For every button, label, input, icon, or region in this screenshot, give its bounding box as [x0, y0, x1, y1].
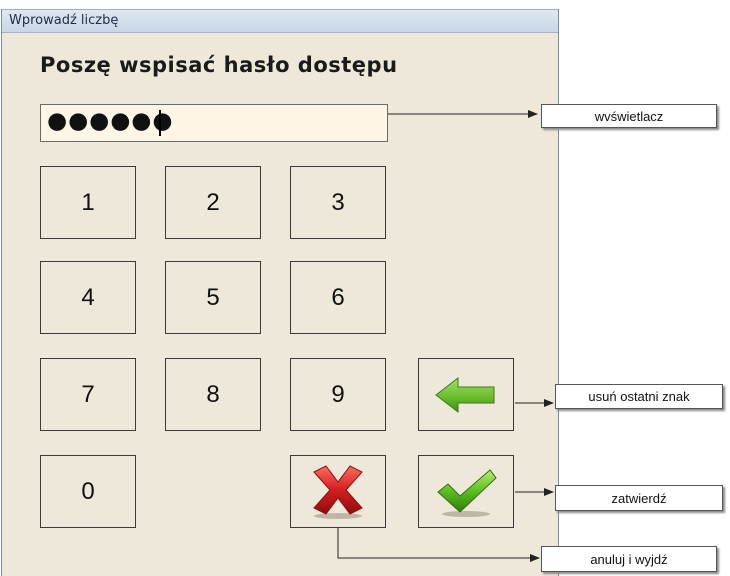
key-label: 5	[206, 283, 220, 311]
red-x-icon	[313, 464, 363, 519]
key-label: 0	[81, 477, 95, 505]
password-display[interactable]: ●●●●●●	[40, 104, 388, 142]
key-5[interactable]: 5	[165, 261, 261, 334]
key-label: 2	[206, 188, 220, 216]
callout-confirm: zatwierdź	[555, 485, 723, 511]
key-9[interactable]: 9	[290, 358, 386, 431]
window-title: Wprowadź liczbę	[9, 13, 119, 28]
key-label: 8	[206, 380, 220, 408]
password-masked-value: ●●●●●●	[47, 108, 174, 134]
key-2[interactable]: 2	[165, 166, 261, 239]
backspace-button[interactable]	[418, 358, 514, 431]
callout-backspace: usuń ostatni znak	[555, 384, 723, 409]
key-label: 4	[81, 283, 95, 311]
key-3[interactable]: 3	[290, 166, 386, 239]
screen: Wprowadź liczbę Poszę wspisać hasło dost…	[0, 0, 730, 576]
left-arrow-icon	[435, 376, 495, 413]
cancel-button[interactable]	[290, 455, 386, 528]
key-label: 7	[81, 380, 95, 408]
text-caret	[159, 110, 161, 136]
green-check-icon	[437, 468, 497, 517]
callout-display: wvświetlacz	[541, 104, 717, 128]
key-label: 9	[331, 380, 345, 408]
key-4[interactable]: 4	[40, 261, 136, 334]
key-0[interactable]: 0	[40, 455, 136, 528]
key-1[interactable]: 1	[40, 166, 136, 239]
key-7[interactable]: 7	[40, 358, 136, 431]
key-label: 3	[331, 188, 345, 216]
key-8[interactable]: 8	[165, 358, 261, 431]
key-6[interactable]: 6	[290, 261, 386, 334]
key-label: 1	[81, 188, 95, 216]
callout-cancel: anuluj i wyjdź	[541, 546, 717, 572]
confirm-button[interactable]	[418, 455, 514, 528]
password-dialog: Wprowadź liczbę Poszę wspisać hasło dost…	[1, 9, 559, 576]
title-bar[interactable]: Wprowadź liczbę	[2, 9, 558, 33]
page-title: Poszę wspisać hasło dostępu	[40, 53, 398, 77]
key-label: 6	[331, 283, 345, 311]
